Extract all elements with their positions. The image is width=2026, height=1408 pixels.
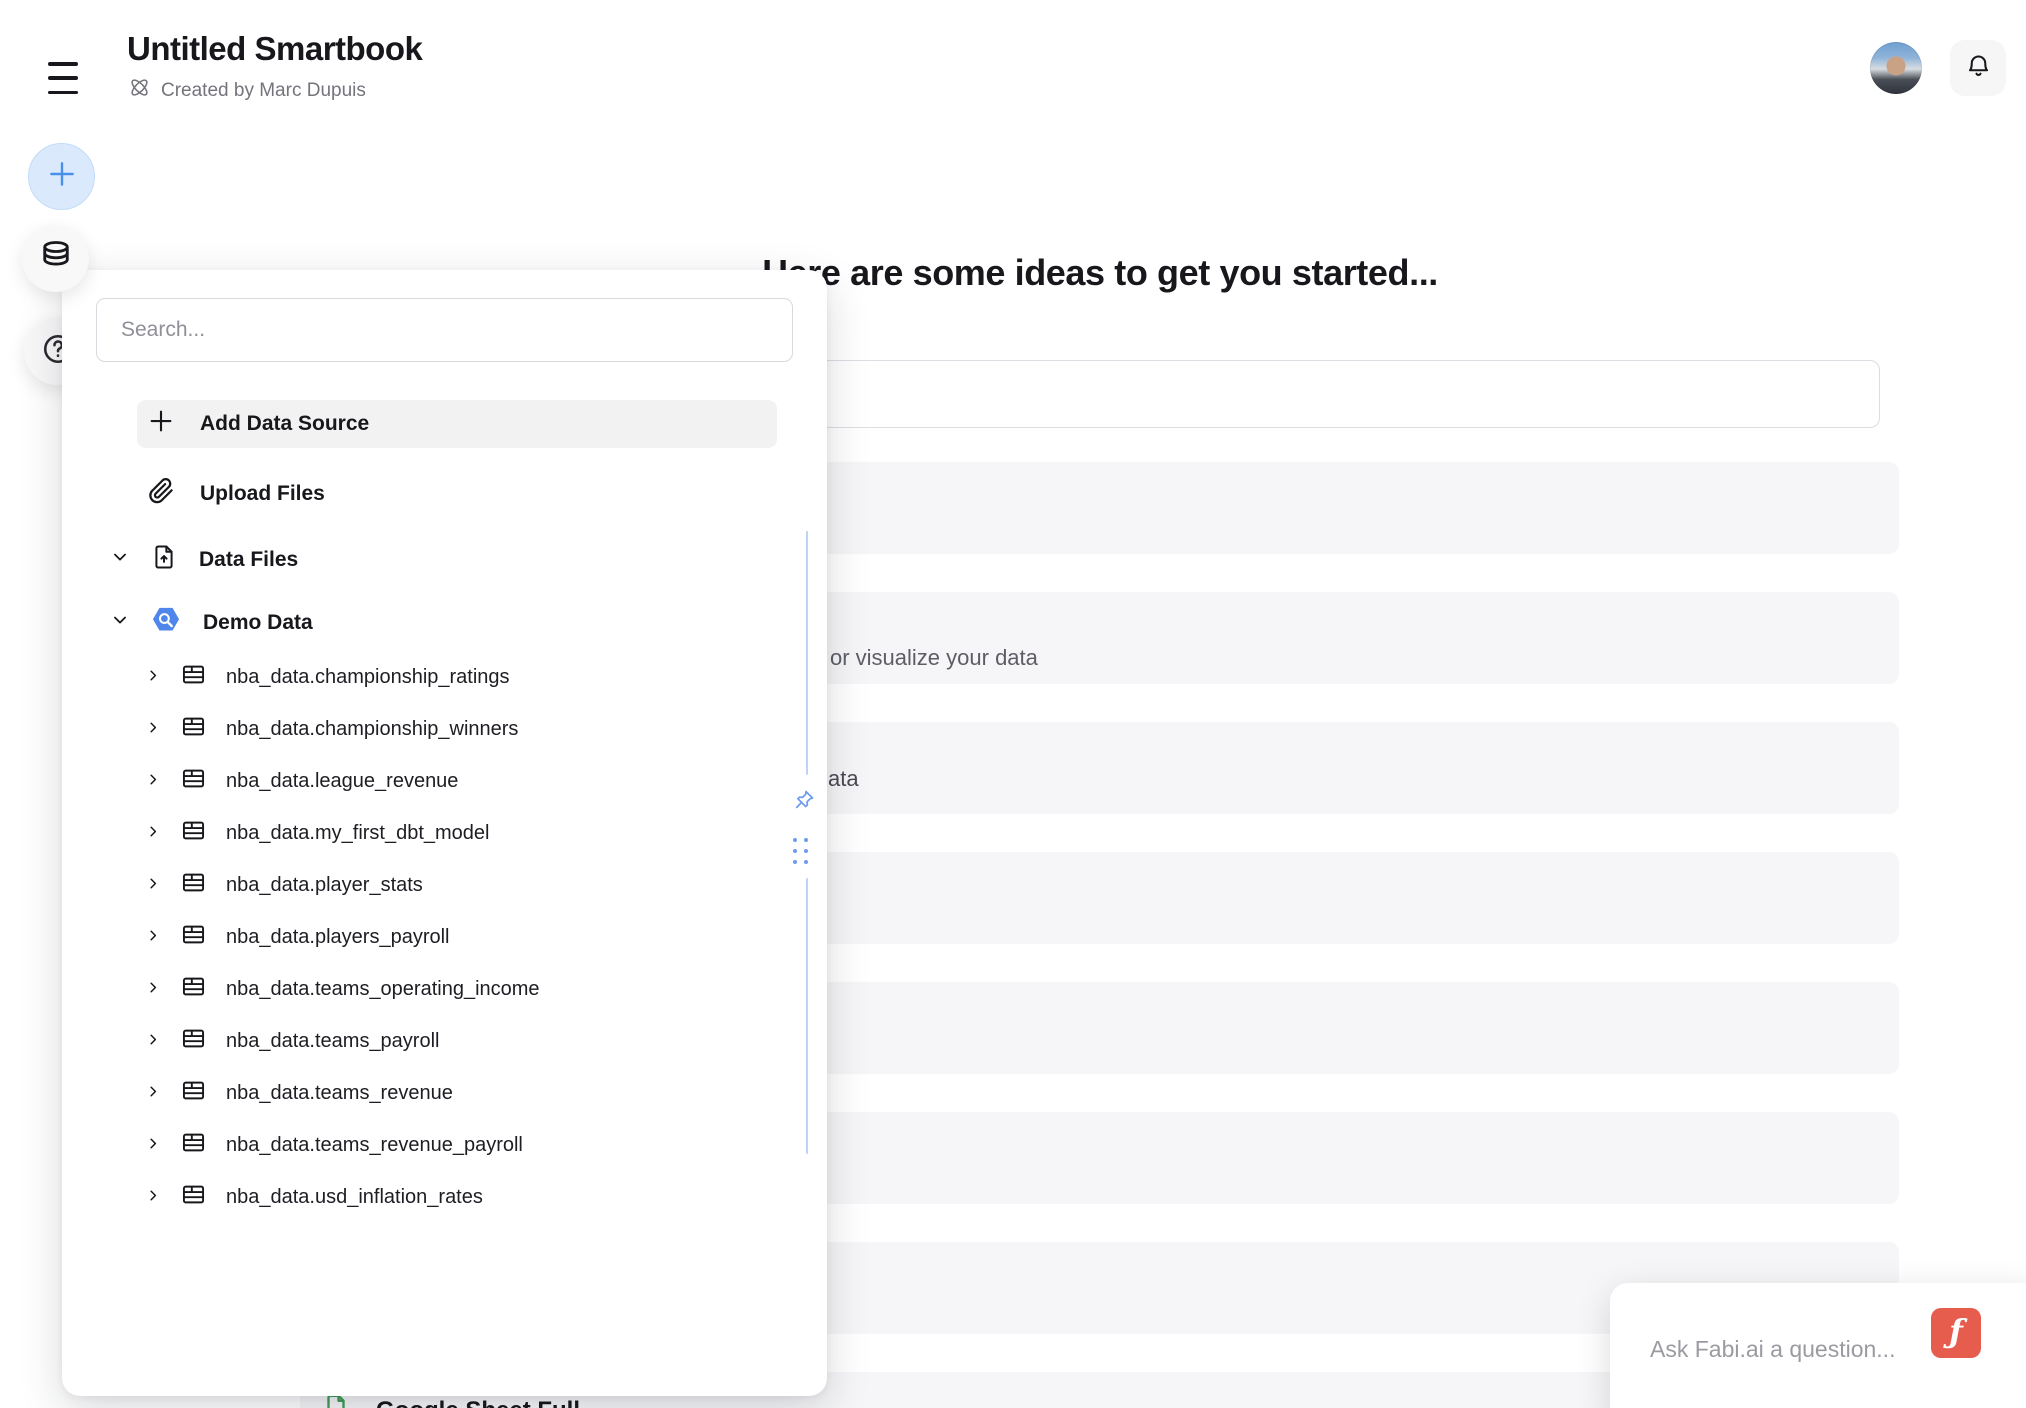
plus-icon [46,158,78,195]
table-name: nba_data.league_revenue [226,770,458,793]
table-row[interactable]: nba_data.teams_revenue_payroll [96,1119,796,1171]
table-icon [180,973,207,1006]
table-row[interactable]: nba_data.teams_payroll [96,1015,796,1067]
tree-group-data-files[interactable]: Data Files [96,538,298,582]
add-data-source-label: Add Data Source [200,412,369,436]
table-row[interactable]: nba_data.league_revenue [96,755,796,807]
add-cell-button[interactable] [28,143,95,210]
table-name: nba_data.championship_ratings [226,666,510,689]
table-icon [180,817,207,850]
chevron-down-icon[interactable] [111,548,129,572]
idea-card-subtitle-fragment: ata [828,766,859,792]
chevron-right-icon[interactable] [146,822,161,845]
plus-icon [146,406,176,442]
paperclip-icon [146,476,176,512]
table-icon [180,1025,207,1058]
upload-files-button[interactable]: Upload Files [137,470,777,518]
tree-group-label: Data Files [199,548,298,572]
chevron-down-icon[interactable] [111,611,129,635]
bigquery-icon [150,604,182,642]
table-name: nba_data.usd_inflation_rates [226,1186,483,1209]
table-icon [180,1077,207,1110]
chevron-right-icon[interactable] [146,874,161,897]
fabi-submit-button[interactable]: ƒ [1931,1308,1981,1358]
table-icon [180,921,207,954]
fabi-lightning-icon: ƒ [1949,1315,1963,1347]
app-root: Here are some ideas to get you started..… [0,0,2026,1408]
chevron-right-icon[interactable] [146,666,161,689]
table-row[interactable]: nba_data.my_first_dbt_model [96,807,796,859]
table-name: nba_data.player_stats [226,874,423,897]
table-name: nba_data.teams_revenue [226,1082,453,1105]
table-row[interactable]: nba_data.player_stats [96,859,796,911]
table-name: nba_data.teams_revenue_payroll [226,1134,523,1157]
chevron-right-icon[interactable] [146,1186,161,1209]
panel-resize-line[interactable] [806,531,808,775]
chevron-right-icon[interactable] [146,770,161,793]
table-row[interactable]: nba_data.teams_revenue [96,1067,796,1119]
chevron-right-icon[interactable] [146,1134,161,1157]
table-icon [180,1181,207,1214]
table-list: nba_data.championship_ratings [96,651,796,1223]
file-upload-icon [150,543,178,577]
table-name: nba_data.championship_winners [226,718,518,741]
data-sources-panel: Add Data Source Upload Files [62,270,827,1396]
chevron-right-icon[interactable] [146,1030,161,1053]
panel-resize-line[interactable] [806,878,808,1154]
table-name: nba_data.my_first_dbt_model [226,822,490,845]
table-icon [180,661,207,694]
add-data-source-button[interactable]: Add Data Source [137,400,777,448]
ask-fabi-input[interactable] [1648,1325,1917,1373]
table-row[interactable]: nba_data.championship_winners [96,703,796,755]
chevron-right-icon[interactable] [146,718,161,741]
table-icon [180,765,207,798]
table-name: nba_data.players_payroll [226,926,450,949]
table-icon [180,1129,207,1162]
table-row[interactable]: nba_data.championship_ratings [96,651,796,703]
table-row[interactable]: nba_data.players_payroll [96,911,796,963]
ask-fabi-bar: ƒ [1610,1283,2026,1408]
table-row[interactable]: nba_data.teams_operating_income [96,963,796,1015]
chevron-right-icon[interactable] [146,926,161,949]
table-row[interactable]: nba_data.usd_inflation_rates [96,1171,796,1223]
data-sources-button[interactable] [22,225,89,292]
table-name: nba_data.teams_operating_income [226,978,540,1001]
tree-group-label: Demo Data [203,611,313,635]
pin-panel-icon[interactable] [790,786,818,814]
chevron-right-icon[interactable] [146,1082,161,1105]
search-input[interactable] [96,298,793,362]
upload-files-label: Upload Files [200,482,325,506]
idea-card-subtitle-fragment: or visualize your data [830,645,1038,671]
tree-group-demo-data[interactable]: Demo Data [96,601,313,645]
table-icon [180,869,207,902]
google-sheet-idea-label: Google Sheet Full... [376,1397,600,1408]
chevron-right-icon[interactable] [146,978,161,1001]
table-name: nba_data.teams_payroll [226,1030,439,1053]
table-icon [180,713,207,746]
database-icon [38,238,74,279]
drag-handle-icon[interactable] [793,838,809,864]
